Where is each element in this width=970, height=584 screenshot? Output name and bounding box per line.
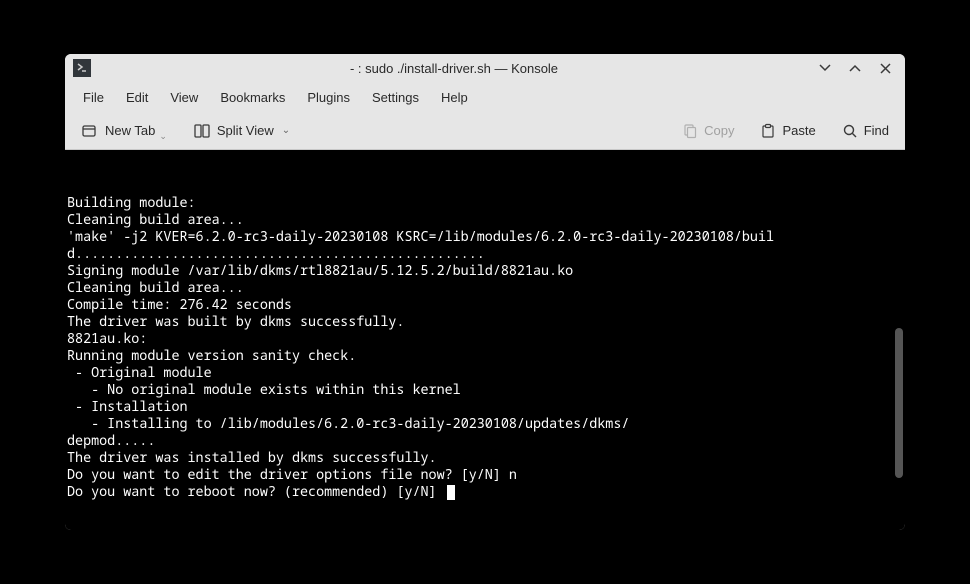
new-tab-icon: [81, 122, 99, 140]
window-controls: [817, 60, 897, 76]
konsole-window: - : sudo ./install-driver.sh — Konsole F…: [65, 54, 905, 530]
toolbar: New Tab ⌄ Split View ⌄ Copy Paste: [65, 112, 905, 150]
menu-bookmarks[interactable]: Bookmarks: [210, 86, 295, 109]
terminal-line: 8821au.ko:: [67, 330, 903, 347]
terminal-line: Cleaning build area...: [67, 279, 903, 296]
terminal-line: - No original module exists within this …: [67, 381, 903, 398]
paste-icon: [760, 123, 776, 139]
menu-view[interactable]: View: [160, 86, 208, 109]
terminal-line: Building module:: [67, 194, 903, 211]
menu-settings[interactable]: Settings: [362, 86, 429, 109]
split-view-label: Split View: [217, 123, 274, 138]
paste-label: Paste: [782, 123, 815, 138]
terminal-line: - Installing to /lib/modules/6.2.0-rc3-d…: [67, 415, 903, 432]
titlebar: - : sudo ./install-driver.sh — Konsole: [65, 54, 905, 82]
find-button[interactable]: Find: [834, 119, 897, 143]
chevron-down-icon: ⌄: [159, 131, 167, 142]
terminal-area[interactable]: Building module:Cleaning build area...'m…: [65, 150, 905, 530]
scrollbar-thumb[interactable]: [895, 328, 903, 478]
chevron-down-icon[interactable]: ⌄: [282, 125, 290, 136]
minimize-button[interactable]: [817, 60, 833, 76]
window-title: - : sudo ./install-driver.sh — Konsole: [95, 61, 813, 76]
terminal-line: Do you want to edit the driver options f…: [67, 466, 903, 483]
terminal-line: Compile time: 276.42 seconds: [67, 296, 903, 313]
terminal-line: 'make' -j2 KVER=6.2.0-rc3-daily-20230108…: [67, 228, 903, 262]
paste-button[interactable]: Paste: [752, 119, 823, 143]
terminal-line: The driver was built by dkms successfull…: [67, 313, 903, 330]
copy-label: Copy: [704, 123, 734, 138]
terminal-line: - Original module: [67, 364, 903, 381]
terminal-cursor: [447, 485, 455, 500]
close-button[interactable]: [877, 60, 893, 76]
split-view-button[interactable]: Split View ⌄: [185, 118, 298, 144]
terminal-line: Running module version sanity check.: [67, 347, 903, 364]
search-icon: [842, 123, 858, 139]
split-view-icon: [193, 122, 211, 140]
menu-plugins[interactable]: Plugins: [297, 86, 360, 109]
new-tab-button[interactable]: New Tab ⌄: [73, 118, 175, 144]
terminal-line: Do you want to reboot now? (recommended)…: [67, 483, 903, 500]
terminal-line: depmod.....: [67, 432, 903, 449]
app-icon: [73, 59, 91, 77]
menu-edit[interactable]: Edit: [116, 86, 158, 109]
terminal-line: The driver was installed by dkms success…: [67, 449, 903, 466]
terminal-line: - Installation: [67, 398, 903, 415]
terminal-output: Building module:Cleaning build area...'m…: [67, 194, 903, 500]
copy-button[interactable]: Copy: [674, 119, 742, 143]
terminal-line: Cleaning build area...: [67, 211, 903, 228]
menubar: File Edit View Bookmarks Plugins Setting…: [65, 82, 905, 112]
maximize-button[interactable]: [847, 60, 863, 76]
copy-icon: [682, 123, 698, 139]
menu-help[interactable]: Help: [431, 86, 478, 109]
new-tab-label: New Tab: [105, 123, 155, 138]
terminal-line: Signing module /var/lib/dkms/rtl8821au/5…: [67, 262, 903, 279]
menu-file[interactable]: File: [73, 86, 114, 109]
find-label: Find: [864, 123, 889, 138]
